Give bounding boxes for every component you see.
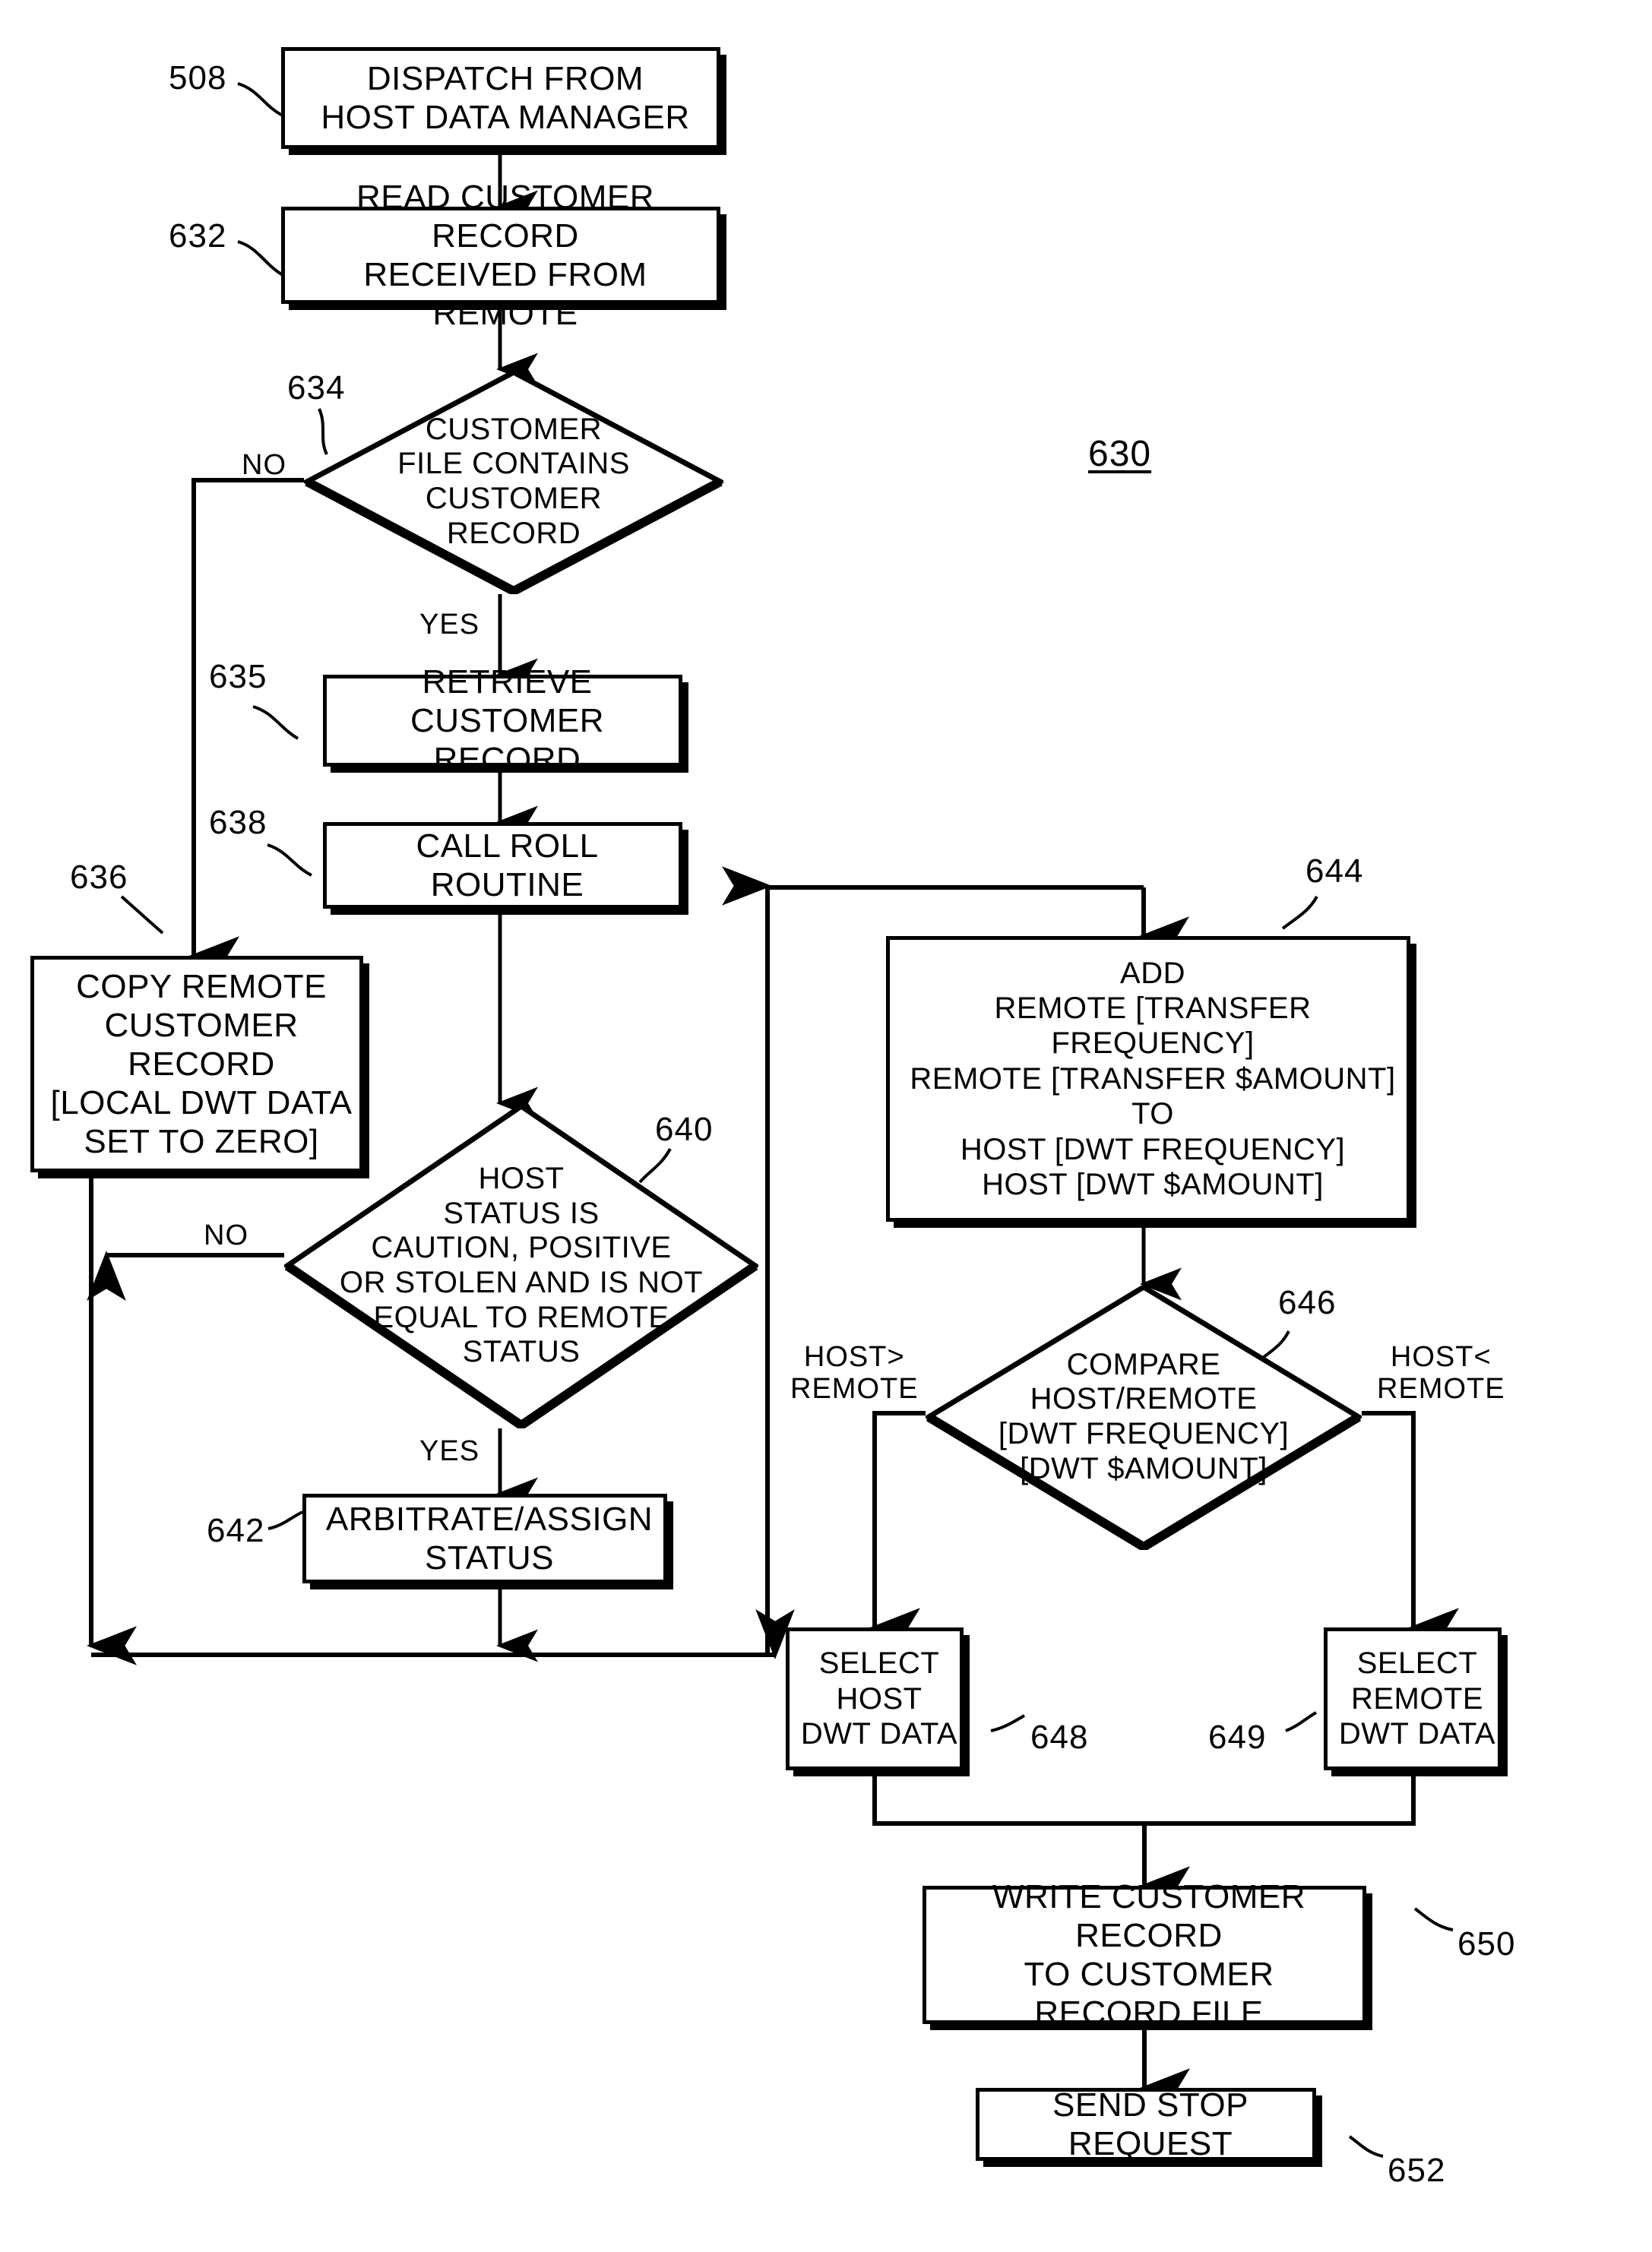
node-508-line-2: HOST DATA MANAGER bbox=[321, 99, 690, 136]
node-644-line-5: HOST [DWT FREQUENCY] bbox=[960, 1132, 1346, 1166]
patent-figure-sheet: DISPATCH FROM HOST DATA MANAGER 508 READ… bbox=[0, 0, 1652, 2252]
node-650-line-3: RECORD FILE bbox=[1034, 1994, 1264, 2032]
edge-label-640-no: NO bbox=[204, 1219, 248, 1251]
node-dispatch-from-host-data-manager[interactable]: DISPATCH FROM HOST DATA MANAGER bbox=[281, 47, 720, 149]
node-636-line-1: COPY REMOTE bbox=[76, 967, 327, 1005]
node-read-customer-record[interactable]: READ CUSTOMER RECORD RECEIVED FROM REMOT… bbox=[281, 179, 720, 332]
node-646-line-2: HOST/REMOTE bbox=[1030, 1382, 1258, 1416]
node-644-line-6: HOST [DWT $AMOUNT] bbox=[982, 1167, 1324, 1201]
node-649-line-2: REMOTE bbox=[1350, 1681, 1484, 1716]
node-646-line-1: COMPARE bbox=[1066, 1347, 1221, 1381]
node-635-line-2: CUSTOMER RECORD bbox=[410, 701, 604, 779]
ref-635: 635 bbox=[209, 658, 267, 695]
figure-label-630: 630 bbox=[1088, 434, 1152, 474]
node-644-line-1: ADD bbox=[1120, 956, 1185, 990]
node-648-line-1: SELECT bbox=[818, 1646, 940, 1681]
node-650-line-2: TO CUSTOMER bbox=[1024, 1956, 1274, 1993]
node-642-line-2: STATUS bbox=[424, 1539, 555, 1577]
node-649-line-3: DWT DATA bbox=[1338, 1717, 1496, 1751]
node-636-line-2: CUSTOMER RECORD bbox=[104, 1006, 299, 1083]
ref-636: 636 bbox=[70, 859, 128, 896]
node-add-remote-transfer-to-host-dwt[interactable]: ADD REMOTE [TRANSFER FREQUENCY] REMOTE [… bbox=[886, 936, 1410, 1222]
edge-label-634-no: NO bbox=[242, 449, 286, 481]
node-644-line-2: REMOTE [TRANSFER FREQUENCY] bbox=[994, 992, 1312, 1061]
ref-649: 649 bbox=[1208, 1719, 1267, 1756]
node-646-line-3: [DWT FREQUENCY] bbox=[998, 1417, 1290, 1450]
ref-642: 642 bbox=[207, 1512, 265, 1549]
node-642-line-1: ARBITRATE/ASSIGN bbox=[325, 1500, 654, 1538]
node-652-line-1: SEND STOP REQUEST bbox=[1052, 2086, 1248, 2162]
node-635-line-1: RETRIEVE bbox=[422, 663, 593, 701]
node-650-line-1: WRITE CUSTOMER RECORD bbox=[992, 1877, 1305, 1954]
node-retrieve-customer-record[interactable]: RETRIEVE CUSTOMER RECORD bbox=[323, 663, 682, 778]
decision-customer-file-contains-customer-record[interactable]: CUSTOMER FILE CONTAINS CUSTOMER RECORD bbox=[304, 369, 723, 594]
node-634-line-2: FILE CONTAINS bbox=[397, 447, 630, 481]
node-call-roll-routine[interactable]: CALL ROLL ROUTINE bbox=[323, 822, 682, 909]
node-640-line-1: HOST bbox=[478, 1162, 565, 1196]
node-640-line-2: STATUS IS bbox=[443, 1196, 600, 1230]
ref-650: 650 bbox=[1457, 1925, 1516, 1963]
node-select-remote-dwt-data[interactable]: SELECT REMOTE DWT DATA bbox=[1324, 1627, 1502, 1770]
node-634-line-1: CUSTOMER bbox=[425, 412, 603, 446]
node-648-line-3: DWT DATA bbox=[800, 1717, 958, 1751]
node-640-line-3: CAUTION, POSITIVE bbox=[371, 1231, 672, 1265]
ref-634: 634 bbox=[287, 369, 346, 406]
edge-label-640-yes: YES bbox=[419, 1435, 480, 1467]
edge-label-634-yes: YES bbox=[419, 609, 480, 640]
node-send-stop-request[interactable]: SEND STOP REQUEST bbox=[976, 2086, 1316, 2162]
node-arbitrate-assign-status[interactable]: ARBITRATE/ASSIGN STATUS bbox=[302, 1494, 667, 1583]
node-634-line-4: RECORD bbox=[446, 516, 581, 550]
decision-compare-host-remote-dwt[interactable]: COMPARE HOST/REMOTE [DWT FREQUENCY] [DWT… bbox=[926, 1284, 1362, 1550]
decision-634-text: CUSTOMER FILE CONTAINS CUSTOMER RECORD bbox=[304, 369, 723, 594]
node-646-line-4: [DWT $AMOUNT] bbox=[1020, 1451, 1267, 1485]
node-write-customer-record-to-file[interactable]: WRITE CUSTOMER RECORD TO CUSTOMER RECORD… bbox=[923, 1878, 1366, 2032]
node-632-line-1: READ CUSTOMER RECORD bbox=[356, 178, 654, 255]
node-632-line-2: RECEIVED FROM REMOTE bbox=[363, 256, 647, 333]
node-634-line-3: CUSTOMER bbox=[425, 482, 603, 515]
node-640-line-5: EQUAL TO REMOTE bbox=[373, 1300, 669, 1334]
decision-host-status-compare[interactable]: HOST STATUS IS CAUTION, POSITIVE OR STOL… bbox=[284, 1103, 758, 1428]
ref-644: 644 bbox=[1305, 852, 1364, 890]
ref-640: 640 bbox=[655, 1111, 714, 1148]
edge-label-646-host-greater: HOST> REMOTE bbox=[790, 1341, 919, 1405]
ref-508: 508 bbox=[169, 59, 227, 96]
ref-632: 632 bbox=[169, 217, 227, 255]
edge-label-646-host-less: HOST< REMOTE bbox=[1377, 1341, 1505, 1405]
ref-646: 646 bbox=[1278, 1284, 1337, 1321]
node-648-line-2: HOST bbox=[836, 1681, 923, 1716]
ref-638: 638 bbox=[209, 804, 267, 841]
ref-648: 648 bbox=[1030, 1719, 1089, 1756]
node-640-line-6: STATUS bbox=[462, 1335, 581, 1369]
node-640-line-4: OR STOLEN AND IS NOT bbox=[339, 1266, 704, 1299]
ref-652: 652 bbox=[1388, 2152, 1446, 2189]
node-644-line-4: TO bbox=[1131, 1097, 1174, 1131]
node-644-line-3: REMOTE [TRANSFER $AMOUNT] bbox=[910, 1061, 1396, 1096]
node-508-line-1: DISPATCH FROM bbox=[366, 59, 644, 97]
node-select-host-dwt-data[interactable]: SELECT HOST DWT DATA bbox=[786, 1627, 964, 1770]
decision-646-text: COMPARE HOST/REMOTE [DWT FREQUENCY] [DWT… bbox=[926, 1284, 1362, 1550]
node-649-line-1: SELECT bbox=[1356, 1646, 1478, 1681]
node-638-line-1: CALL ROLL ROUTINE bbox=[416, 827, 599, 903]
decision-640-text: HOST STATUS IS CAUTION, POSITIVE OR STOL… bbox=[284, 1103, 758, 1428]
